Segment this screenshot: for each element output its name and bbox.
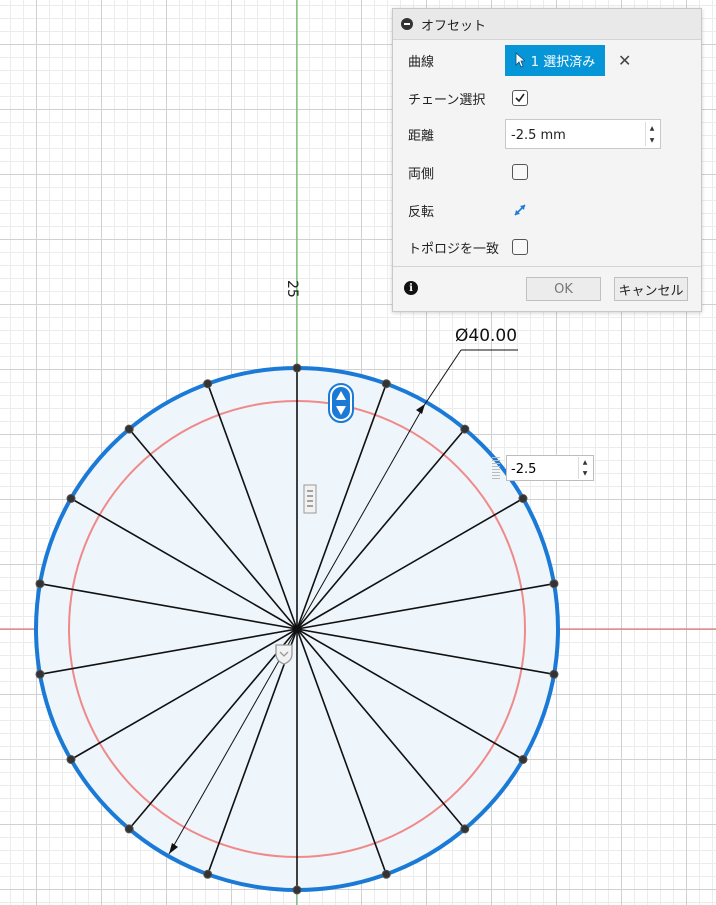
spin-up-icon[interactable]: ▲ <box>579 457 591 468</box>
distance-label: 距離 <box>408 128 435 144</box>
drag-grip-icon[interactable] <box>492 457 500 479</box>
inline-value-field[interactable] <box>509 457 573 481</box>
curve-selection-button[interactable]: 1 選択済み <box>505 44 605 76</box>
sketch-point[interactable] <box>549 579 559 589</box>
match-topology-checkbox[interactable] <box>512 239 528 255</box>
distance-spinner[interactable]: ▲ ▼ <box>645 122 658 146</box>
spin-down-icon[interactable]: ▼ <box>646 134 658 146</box>
sketch-point[interactable] <box>381 379 391 389</box>
inline-spinner[interactable]: ▲ ▼ <box>578 457 591 479</box>
curve-label: 曲線 <box>408 54 435 70</box>
sketch-point[interactable] <box>460 824 470 834</box>
offset-dialog: オフセット 曲線 1 選択済み ✕ チェーン選択 距離 ▲ ▼ 両側 <box>392 8 702 312</box>
sketch-point[interactable] <box>292 363 302 373</box>
sketch-point[interactable] <box>381 869 391 879</box>
distance-field[interactable]: ▲ ▼ <box>505 119 661 149</box>
checkmark-icon <box>515 93 525 103</box>
dimension-extension <box>424 349 462 405</box>
selection-count: 1 選択済み <box>530 54 596 70</box>
dialog-header[interactable]: オフセット <box>393 9 701 40</box>
ok-button[interactable]: OK <box>526 277 601 301</box>
spin-up-icon[interactable]: ▲ <box>646 122 658 134</box>
clear-selection-icon[interactable]: ✕ <box>618 51 631 70</box>
equal-constraint-icon[interactable] <box>303 484 317 514</box>
flip-direction-icon[interactable] <box>512 202 528 218</box>
flip-label: 反転 <box>408 204 435 220</box>
spin-down-icon[interactable]: ▼ <box>579 468 591 479</box>
row-chain-select: チェーン選択 <box>393 83 701 113</box>
sketch-point[interactable] <box>124 424 134 434</box>
both-sides-label: 両側 <box>408 166 435 182</box>
inline-distance-input[interactable]: ▲ ▼ <box>492 455 594 481</box>
dialog-footer: i OK キャンセル <box>393 266 701 311</box>
sketch-point[interactable] <box>35 669 45 679</box>
chain-select-checkbox[interactable] <box>512 90 528 106</box>
row-distance: 距離 ▲ ▼ <box>393 119 701 149</box>
sketch-point[interactable] <box>35 579 45 589</box>
cursor-icon <box>515 52 525 68</box>
sketch-point[interactable] <box>66 494 76 503</box>
sketch-point[interactable] <box>124 824 134 834</box>
sketch-point[interactable] <box>549 669 559 679</box>
distance-input[interactable] <box>509 121 633 149</box>
row-curve: 曲線 1 選択済み ✕ <box>393 44 701 76</box>
collapse-icon[interactable] <box>401 18 413 30</box>
info-icon[interactable]: i <box>404 281 418 295</box>
sketch-point[interactable] <box>66 755 76 764</box>
sketch-point[interactable] <box>292 885 302 895</box>
chain-select-label: チェーン選択 <box>408 92 486 108</box>
diameter-dimension[interactable]: Ø40.00 <box>455 326 517 346</box>
both-sides-checkbox[interactable] <box>512 164 528 180</box>
row-match-topology: トポロジを一致 <box>393 232 701 262</box>
coincident-constraint-icon[interactable] <box>272 642 296 666</box>
offset-direction-handle-icon[interactable] <box>327 382 355 424</box>
sketch-point[interactable] <box>203 379 213 389</box>
sketch-point[interactable] <box>518 494 528 503</box>
sketch-point[interactable] <box>518 755 528 764</box>
inline-value-box[interactable]: ▲ ▼ <box>506 455 594 481</box>
dialog-title: オフセット <box>421 18 487 34</box>
sketch-point[interactable] <box>460 424 470 434</box>
sketch-point[interactable] <box>203 869 213 879</box>
row-both-sides: 両側 <box>393 157 701 187</box>
axis-dimension-label: 25 <box>284 280 300 298</box>
row-flip: 反転 <box>393 195 701 225</box>
match-topology-label: トポロジを一致 <box>408 241 500 257</box>
cancel-button[interactable]: キャンセル <box>614 277 688 301</box>
